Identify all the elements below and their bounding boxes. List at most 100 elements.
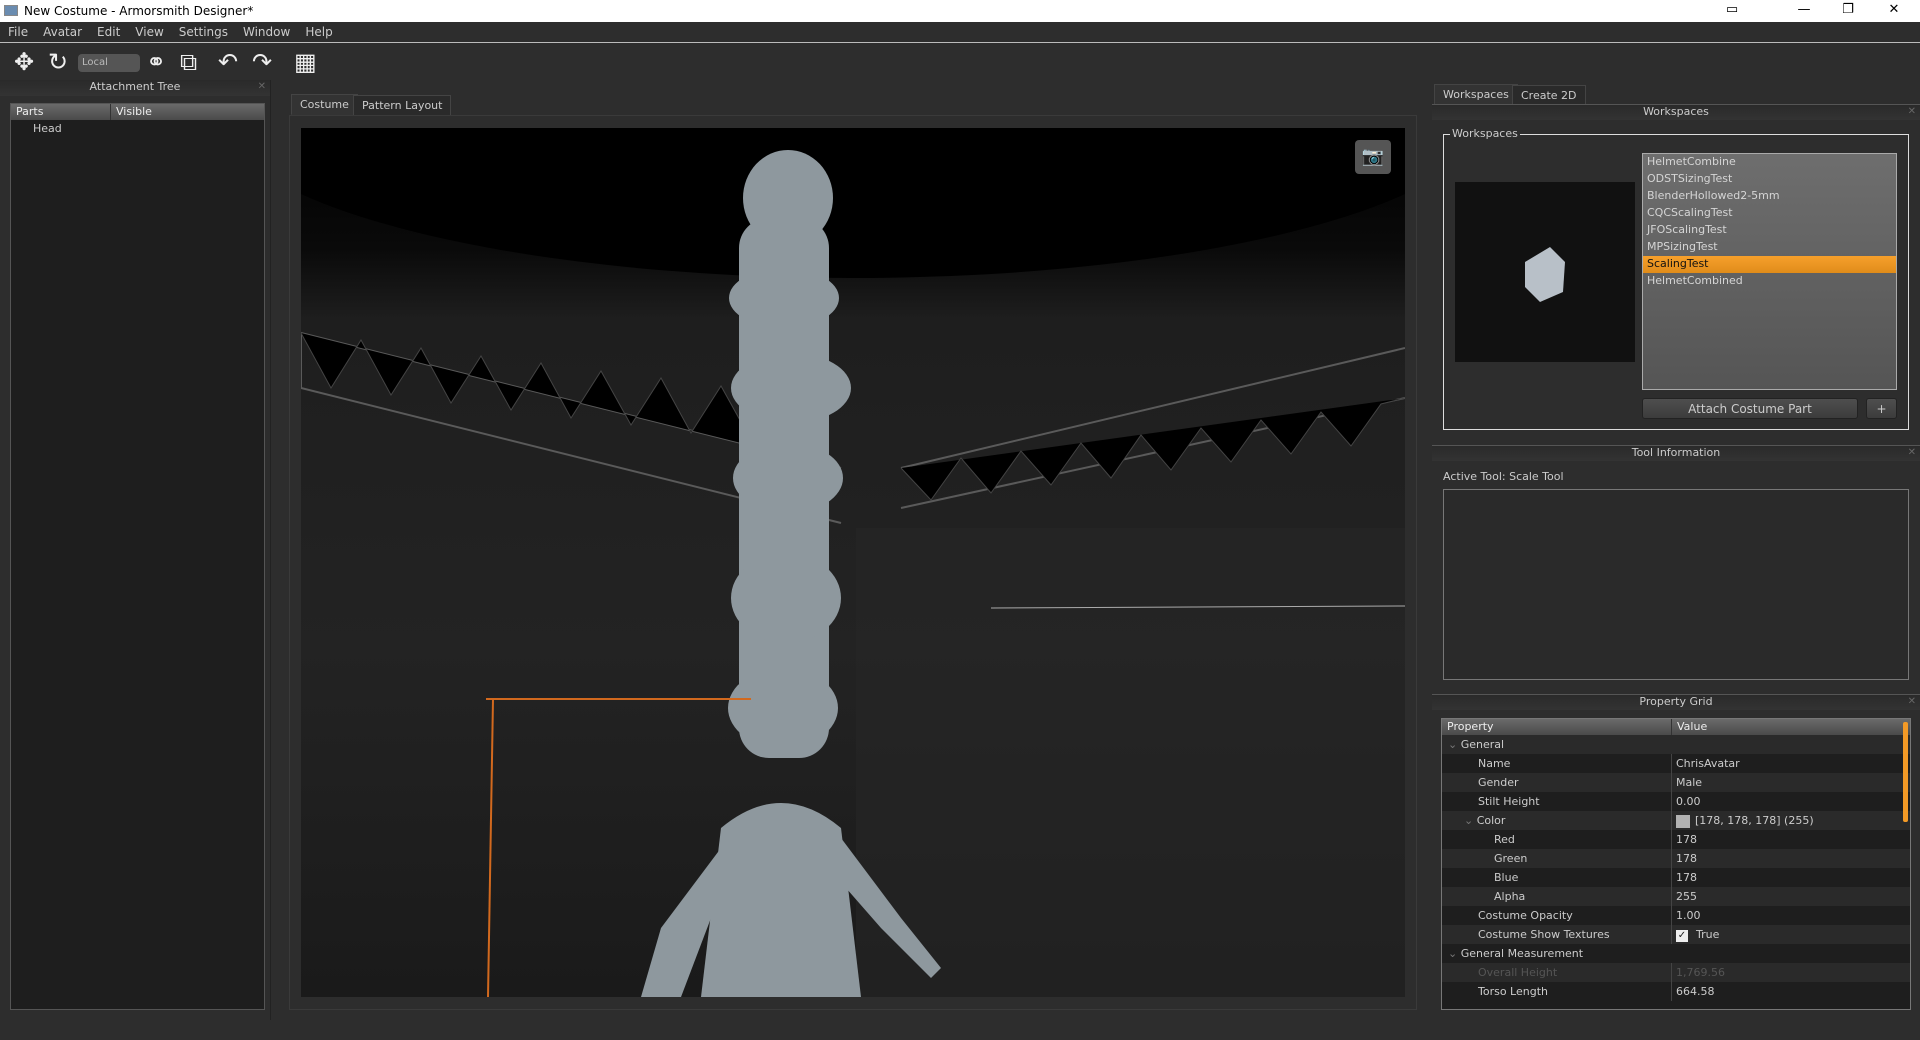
tab-pattern-layout[interactable]: Pattern Layout: [353, 95, 452, 116]
checkbox[interactable]: ✓: [1676, 930, 1688, 942]
property-row[interactable]: Torso Length 664.58: [1442, 982, 1910, 1001]
property-value: [178, 178, 178] (255): [1695, 814, 1814, 827]
property-name: Color: [1476, 814, 1506, 827]
property-value: 1.00: [1676, 909, 1701, 922]
property-value: ChrisAvatar: [1676, 757, 1740, 770]
group-label: Workspaces: [1450, 127, 1520, 140]
scene: [301, 128, 1405, 997]
workspace-item[interactable]: JFOScalingTest: [1643, 222, 1896, 239]
property-name: Red: [1494, 833, 1515, 846]
tool-info-header: Tool Information ✕: [1432, 445, 1920, 461]
link-icon[interactable]: ⚭: [146, 48, 166, 76]
menu-bar: File Avatar Edit View Settings Window Help: [0, 22, 1920, 43]
menu-settings[interactable]: Settings: [171, 22, 235, 39]
property-row[interactable]: Alpha 255: [1442, 887, 1910, 906]
splitter[interactable]: [270, 80, 280, 1020]
chevron-down-icon[interactable]: ⌄: [1448, 947, 1461, 960]
undo-icon[interactable]: ↶: [218, 48, 238, 76]
attach-costume-part-button[interactable]: Attach Costume Part: [1642, 398, 1858, 419]
close-panel-icon[interactable]: ✕: [1908, 696, 1916, 707]
menu-avatar[interactable]: Avatar: [35, 22, 89, 39]
menu-edit[interactable]: Edit: [89, 22, 127, 39]
tab-create-2d[interactable]: Create 2D: [1512, 85, 1586, 106]
workspace-item[interactable]: ODSTSizingTest: [1643, 171, 1896, 188]
property-value: True: [1696, 928, 1720, 941]
chevron-down-icon[interactable]: ⌄: [1464, 814, 1477, 827]
property-value: 178: [1676, 852, 1697, 865]
tablet-mode-button[interactable]: ▭: [1712, 2, 1752, 17]
property-name: Gender: [1478, 776, 1519, 789]
active-tool-label: Active Tool: Scale Tool: [1443, 470, 1564, 483]
property-row[interactable]: Stilt Height 0.00: [1442, 792, 1910, 811]
workspace-item[interactable]: CQCScalingTest: [1643, 205, 1896, 222]
menu-view[interactable]: View: [127, 22, 170, 39]
property-name: Torso Length: [1478, 985, 1549, 998]
move-icon[interactable]: ✥: [14, 48, 34, 76]
property-value: 664.58: [1676, 985, 1715, 998]
3d-viewport[interactable]: 📷: [301, 128, 1405, 997]
property-name: Name: [1478, 757, 1511, 770]
menu-help[interactable]: Help: [297, 22, 339, 39]
property-name: General Measurement: [1460, 947, 1584, 960]
workspace-item[interactable]: MPSizingTest: [1643, 239, 1896, 256]
property-value: 178: [1676, 833, 1697, 846]
chevron-down-icon[interactable]: ⌄: [1448, 738, 1461, 751]
panel-title: Property Grid: [1639, 695, 1713, 708]
column-visible[interactable]: Visible: [111, 104, 157, 120]
property-row[interactable]: Gender Male: [1442, 773, 1910, 792]
workspace-item[interactable]: BlenderHollowed2-5mm: [1643, 188, 1896, 205]
property-value: 0.00: [1676, 795, 1701, 808]
minimize-button[interactable]: —: [1784, 2, 1824, 17]
close-panel-icon[interactable]: ✕: [1908, 447, 1916, 458]
tab-costume[interactable]: Costume: [291, 94, 358, 115]
redo-icon[interactable]: ↷: [252, 48, 272, 76]
property-name: Overall Height: [1478, 966, 1558, 979]
maximize-button[interactable]: ❐: [1828, 2, 1868, 17]
property-row[interactable]: Overall Height 1,769.56: [1442, 963, 1910, 982]
tab-workspaces[interactable]: Workspaces: [1434, 84, 1518, 105]
property-value: 178: [1676, 871, 1697, 884]
panel-title: Tool Information: [1631, 446, 1721, 459]
workspace-preview: [1455, 182, 1635, 362]
panel-title: Attachment Tree: [89, 80, 181, 93]
property-name: Alpha: [1494, 890, 1526, 903]
property-grid-header: Property Grid ✕: [1432, 694, 1920, 710]
workspace-item[interactable]: HelmetCombine: [1643, 154, 1896, 171]
title-bar: New Costume - Armorsmith Designer* ▭ — ❐…: [0, 0, 1920, 22]
property-row[interactable]: Costume Opacity 1.00: [1442, 906, 1910, 925]
property-row[interactable]: Green 178: [1442, 849, 1910, 868]
close-button[interactable]: ✕: [1874, 2, 1914, 17]
property-row[interactable]: Name ChrisAvatar: [1442, 754, 1910, 773]
screenshot-camera-button[interactable]: 📷: [1355, 140, 1391, 174]
property-row[interactable]: Blue 178: [1442, 868, 1910, 887]
workspace-list: HelmetCombine ODSTSizingTest BlenderHollow…: [1642, 153, 1897, 390]
column-parts[interactable]: Parts: [11, 104, 111, 120]
color-swatch[interactable]: [1676, 814, 1690, 828]
property-value: 1,769.56: [1676, 966, 1725, 979]
truss-right: [900, 347, 1405, 509]
workspace-item[interactable]: ScalingTest: [1643, 256, 1896, 273]
property-row[interactable]: Red 178: [1442, 830, 1910, 849]
external-icon[interactable]: ⧉: [180, 48, 197, 76]
property-grid-scrollbar[interactable]: [1903, 722, 1908, 1008]
add-workspace-button[interactable]: +: [1866, 398, 1897, 419]
tree-item-head[interactable]: Head: [11, 120, 264, 135]
menu-window[interactable]: Window: [235, 22, 297, 39]
coord-space-dropdown[interactable]: Local: [78, 54, 140, 72]
property-row[interactable]: ⌄ General: [1442, 735, 1910, 754]
workspace-item[interactable]: HelmetCombined: [1643, 273, 1896, 290]
column-value[interactable]: Value: [1672, 719, 1712, 735]
tool-info-box: [1443, 489, 1909, 680]
property-row[interactable]: ⌄ General Measurement: [1442, 944, 1910, 963]
close-panel-icon[interactable]: ✕: [1908, 106, 1916, 117]
property-grid: Property Value ⌄ General Name ChrisAvatar Ge…: [1441, 718, 1911, 1010]
property-row[interactable]: Costume Show Textures ✓ True: [1442, 925, 1910, 944]
menu-file[interactable]: File: [0, 22, 35, 39]
close-panel-icon[interactable]: ✕: [258, 81, 266, 92]
rotate-icon[interactable]: ↻: [48, 48, 68, 76]
column-property[interactable]: Property: [1442, 719, 1672, 735]
property-value: Male: [1676, 776, 1703, 789]
property-row[interactable]: ⌄ Color [178, 178, 178] (255): [1442, 811, 1910, 830]
property-name: General: [1460, 738, 1505, 751]
grid-icon[interactable]: ▦: [294, 48, 317, 76]
